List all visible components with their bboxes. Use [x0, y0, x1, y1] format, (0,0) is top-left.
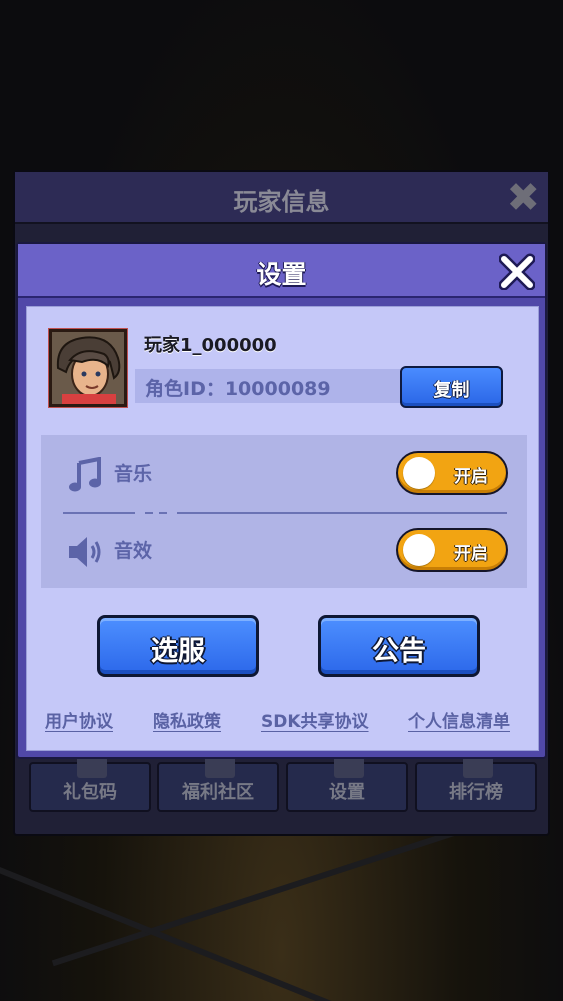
welfare-community-button[interactable]: 福利社区 [157, 756, 279, 812]
audio-settings: 音乐 开启 音效 开启 [41, 435, 527, 588]
background-road [0, 865, 367, 1001]
copy-label: 复制 [433, 380, 470, 401]
player-info-header: 玩家信息 ✖ [15, 172, 548, 224]
music-note-icon [67, 456, 103, 493]
music-label: 音乐 [114, 463, 153, 485]
role-id-bar: 角色ID：10000089 [135, 369, 405, 403]
divider [63, 512, 507, 514]
personal-info-list-link[interactable]: 个人信息清单 [408, 707, 510, 732]
copy-button[interactable]: 复制 [400, 366, 503, 408]
sound-row: 音效 开启 [41, 520, 527, 580]
sdk-sharing-link[interactable]: SDK共享协议 [261, 707, 369, 732]
settings-label: 设置 [329, 782, 365, 803]
sound-label: 音效 [114, 540, 153, 562]
sound-toggle[interactable]: 开启 [396, 528, 508, 572]
gear-icon [334, 756, 364, 778]
leaderboard-label: 排行榜 [449, 782, 503, 803]
player-name: 玩家1_000000 [144, 335, 277, 356]
user-agreement-link[interactable]: 用户协议 [45, 707, 113, 732]
sound-toggle-label: 开启 [454, 544, 488, 564]
speaker-icon [67, 534, 103, 570]
role-id-text: 角色ID：10000089 [145, 378, 331, 400]
announcement-label: 公告 [372, 636, 426, 667]
music-toggle[interactable]: 开启 [396, 451, 508, 495]
toggle-knob [403, 457, 435, 489]
gift-icon [77, 756, 107, 778]
player-info-title: 玩家信息 [233, 188, 330, 216]
close-x-icon[interactable] [499, 252, 535, 290]
dialog-title: 设置 [256, 260, 307, 289]
music-row: 音乐 开启 [41, 443, 527, 503]
privacy-policy-link[interactable]: 隐私政策 [153, 707, 221, 732]
welfare-community-label: 福利社区 [182, 782, 254, 803]
server-select-label: 选服 [151, 636, 205, 667]
avatar[interactable] [48, 328, 128, 408]
leaderboard-icon [463, 756, 493, 778]
close-icon[interactable]: ✖ [506, 176, 540, 220]
dialog-header: 设置 [18, 244, 545, 298]
game-screen: 玩家信息 ✖ 礼包码 福利社区 设置 排行榜 设置 玩家1_000000 角色I… [0, 0, 563, 1001]
server-select-button[interactable]: 选服 [97, 615, 259, 677]
leaderboard-button[interactable]: 排行榜 [415, 756, 537, 812]
settings-button[interactable]: 设置 [286, 756, 408, 812]
community-icon [205, 756, 235, 778]
gift-code-label: 礼包码 [63, 782, 117, 803]
gift-code-button[interactable]: 礼包码 [29, 756, 151, 812]
announcement-button[interactable]: 公告 [318, 615, 480, 677]
toggle-knob [403, 534, 435, 566]
settings-dialog: 设置 玩家1_000000 角色ID：10000089 复制 音乐 开启 音效 … [16, 242, 547, 759]
dialog-body: 玩家1_000000 角色ID：10000089 复制 音乐 开启 音效 开启 … [26, 306, 539, 751]
music-toggle-label: 开启 [454, 467, 488, 487]
